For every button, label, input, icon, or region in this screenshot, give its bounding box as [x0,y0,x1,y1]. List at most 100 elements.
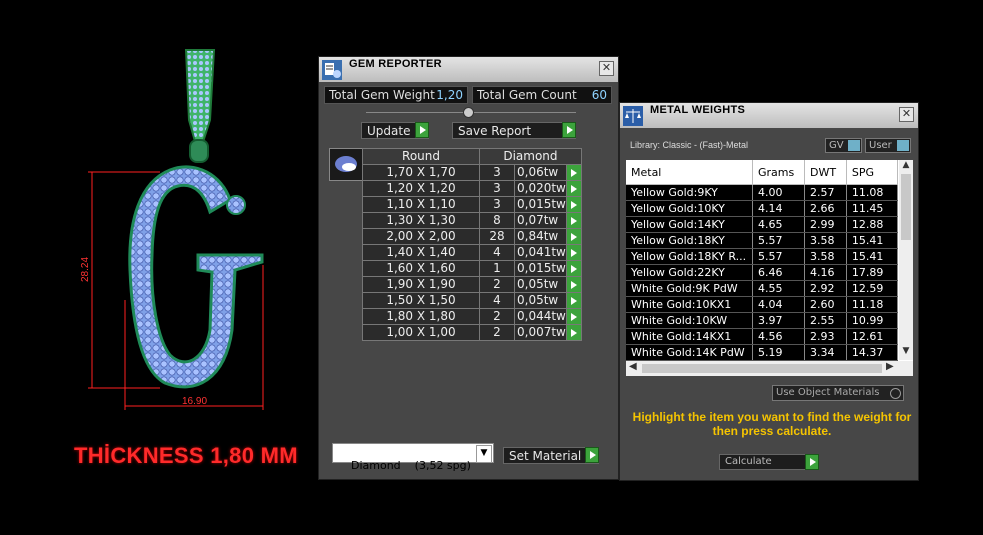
radio-icon [890,388,901,399]
round-gem-thumbnail[interactable] [329,148,363,181]
metal-row[interactable]: White Gold:10KW 3.97 2.55 10.99 [626,312,899,329]
gem-count: 2 [479,324,515,341]
gem-row[interactable]: 1,00 X 1,00 2 0,007tw [362,324,582,341]
gem-count: 3 [479,164,515,181]
metal-row[interactable]: Yellow Gold:18KY 5.57 3.58 15.41 [626,232,899,249]
gem-row[interactable]: 1,90 X 1,90 2 0,05tw [362,276,582,293]
gem-count: 2 [479,276,515,293]
metal-column-header[interactable]: DWT [804,160,847,185]
metal-spg: 11.08 [846,184,899,201]
metal-grams: 4.65 [752,216,805,233]
gem-material-header: Diamond [479,148,582,165]
calculate-hint: Highlight the item you want to find the … [632,410,912,438]
gem-row[interactable]: 1,50 X 1,50 4 0,05tw [362,292,582,309]
set-material-button[interactable]: Set Material [503,447,599,464]
gem-row[interactable]: 1,30 X 1,30 8 0,07tw [362,212,582,229]
metal-row[interactable]: White Gold:9K PdW 4.55 2.92 12.59 [626,280,899,297]
gem-row[interactable]: 1,20 X 1,20 3 0,020tw [362,180,582,197]
gem-row[interactable]: 1,10 X 1,10 3 0,015tw [362,196,582,213]
play-icon [562,122,576,138]
gem-row[interactable]: 2,00 X 2,00 28 0,84tw [362,228,582,245]
gem-count: 28 [479,228,515,245]
horizontal-scrollbar[interactable]: ◀ ▶ [626,361,913,376]
chevron-up-icon[interactable]: ▲ [899,160,913,172]
metal-row[interactable]: White Gold:10KX1 4.04 2.60 11.18 [626,296,899,313]
metal-grams: 5.57 [752,248,805,265]
metal-weights-title: METAL WEIGHTS [650,104,746,116]
update-button[interactable]: Update [361,122,429,139]
close-icon[interactable]: ✕ [599,61,614,76]
gv-switch [848,140,860,151]
metal-table: Metal Grams DWT SPG Yellow Gold:9KY 4.00 2.57… [626,160,899,361]
scroll-thumb[interactable] [901,174,911,240]
play-icon[interactable] [565,260,582,277]
chevron-right-icon[interactable]: ▶ [886,361,894,372]
gem-count: 1 [479,260,515,277]
metal-weights-titlebar[interactable]: METAL WEIGHTS ✕ [620,103,918,128]
gem-row[interactable]: 1,80 X 1,80 2 0,044tw [362,308,582,325]
play-icon[interactable] [565,164,582,181]
calculate-button[interactable]: Calculate [719,454,819,470]
play-icon[interactable] [565,180,582,197]
metal-dwt: 3.58 [804,248,847,265]
metal-dwt: 2.92 [804,280,847,297]
metal-row[interactable]: Yellow Gold:9KY 4.00 2.57 11.08 [626,184,899,201]
metal-list[interactable]: Metal Grams DWT SPG Yellow Gold:9KY 4.00 2.57… [626,160,913,376]
total-gem-count: Total Gem Count 60 [472,86,612,104]
gem-size: 1,10 X 1,10 [362,196,480,213]
metal-row[interactable]: Yellow Gold:22KY 6.46 4.16 17.89 [626,264,899,281]
material-select[interactable]: Diamond (3,52 spg) ▼ [332,443,494,472]
metal-column-header[interactable]: SPG [846,160,899,185]
metal-row[interactable]: White Gold:14K PdW 5.19 3.34 14.37 [626,344,899,361]
metal-row[interactable]: White Gold:14KX1 4.56 2.93 12.61 [626,328,899,345]
save-report-label: Save Report [458,124,532,138]
metal-name: White Gold:9K PdW [626,280,753,297]
hscroll-thumb[interactable] [642,364,882,373]
chevron-left-icon[interactable]: ◀ [629,361,637,372]
gem-count: 4 [479,244,515,261]
splitter-handle[interactable] [463,107,474,118]
chevron-down-icon[interactable]: ▼ [476,445,492,463]
user-toggle[interactable]: User [865,138,911,153]
gem-row[interactable]: 1,70 X 1,70 3 0,06tw [362,164,582,181]
gem-row[interactable]: 1,60 X 1,60 1 0,015tw [362,260,582,277]
use-object-materials-toggle[interactable]: Use Object Materials [772,385,904,401]
metal-column-header[interactable]: Grams [752,160,805,185]
3d-viewport[interactable]: 28.24 16.90 THİCKNESS 1,80 MM [0,0,318,531]
use-object-materials-label: Use Object Materials [776,387,880,398]
gem-size: 1,20 X 1,20 [362,180,480,197]
play-icon[interactable] [565,292,582,309]
user-switch [897,140,909,151]
gem-weight: 0,044tw [514,308,567,325]
gem-row[interactable]: 1,40 X 1,40 4 0,041tw [362,244,582,261]
metal-row[interactable]: Yellow Gold:18KY R... 5.57 3.58 15.41 [626,248,899,265]
update-label: Update [367,124,411,138]
play-icon[interactable] [565,196,582,213]
total-gem-weight: Total Gem Weight 1,20 [324,86,468,104]
play-icon[interactable] [565,308,582,325]
gv-toggle[interactable]: GV [825,138,862,153]
vertical-scrollbar[interactable]: ▲ ▼ [899,160,913,360]
scale-icon [623,106,643,126]
gem-reporter-titlebar[interactable]: GEM REPORTER ✕ [319,57,618,82]
play-icon[interactable] [565,212,582,229]
metal-spg: 15.41 [846,248,899,265]
play-icon[interactable] [565,276,582,293]
metal-dwt: 2.99 [804,216,847,233]
metal-name: Yellow Gold:9KY [626,184,753,201]
gem-size: 1,80 X 1,80 [362,308,480,325]
chevron-down-icon[interactable]: ▼ [899,346,913,358]
play-icon[interactable] [565,228,582,245]
metal-row[interactable]: Yellow Gold:14KY 4.65 2.99 12.88 [626,216,899,233]
play-icon[interactable] [565,244,582,261]
metal-dwt: 2.57 [804,184,847,201]
metal-grams: 4.04 [752,296,805,313]
metal-grams: 6.46 [752,264,805,281]
gem-count: 3 [479,196,515,213]
close-icon[interactable]: ✕ [899,107,914,122]
play-icon[interactable] [565,324,582,341]
save-report-button[interactable]: Save Report [452,122,576,139]
metal-row[interactable]: Yellow Gold:10KY 4.14 2.66 11.45 [626,200,899,217]
gem-weight: 0,007tw [514,324,567,341]
metal-column-header[interactable]: Metal [626,160,753,185]
